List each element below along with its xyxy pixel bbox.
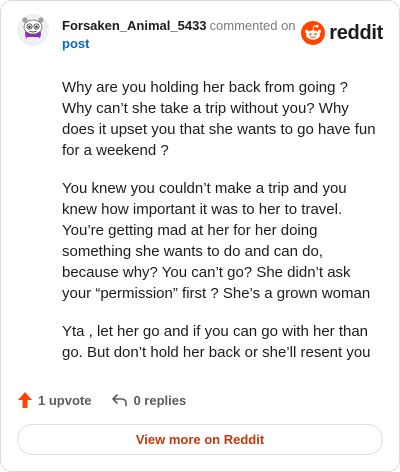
action-text: commented on [209,18,296,33]
upvote-count: 1 upvote [38,392,92,408]
username-link[interactable]: Forsaken_Animal_5433 [62,18,207,33]
upvote-button[interactable]: 1 upvote [17,391,91,409]
view-more-button[interactable]: View more on Reddit [17,424,383,455]
replies-button[interactable]: 0 replies [111,392,186,408]
upvote-arrow-icon [18,392,32,408]
comment-card: Forsaken_Animal_5433 commented on post re… [0,0,400,472]
post-link[interactable]: post [62,35,302,53]
user-avatar[interactable] [17,14,49,46]
comment-stats: 1 upvote 0 replies [17,389,186,411]
snoo-avatar-icon [17,14,49,46]
reddit-wordmark: reddit [329,21,383,44]
reddit-snoo-icon [301,21,326,45]
comment-paragraph: Yta , let her go and if you can go with … [62,323,371,361]
replies-count: 0 replies [133,392,187,408]
reply-arrow-icon [112,394,128,407]
comment-paragraph: Why are you holding her back from going … [62,79,376,159]
reddit-logo[interactable]: reddit [301,19,383,47]
comment-body: Why are you holding her back from going … [62,77,380,380]
comment-paragraph: You knew you couldn’t make a trip and yo… [62,180,371,302]
comment-header: Forsaken_Animal_5433 commented on post [62,17,302,53]
